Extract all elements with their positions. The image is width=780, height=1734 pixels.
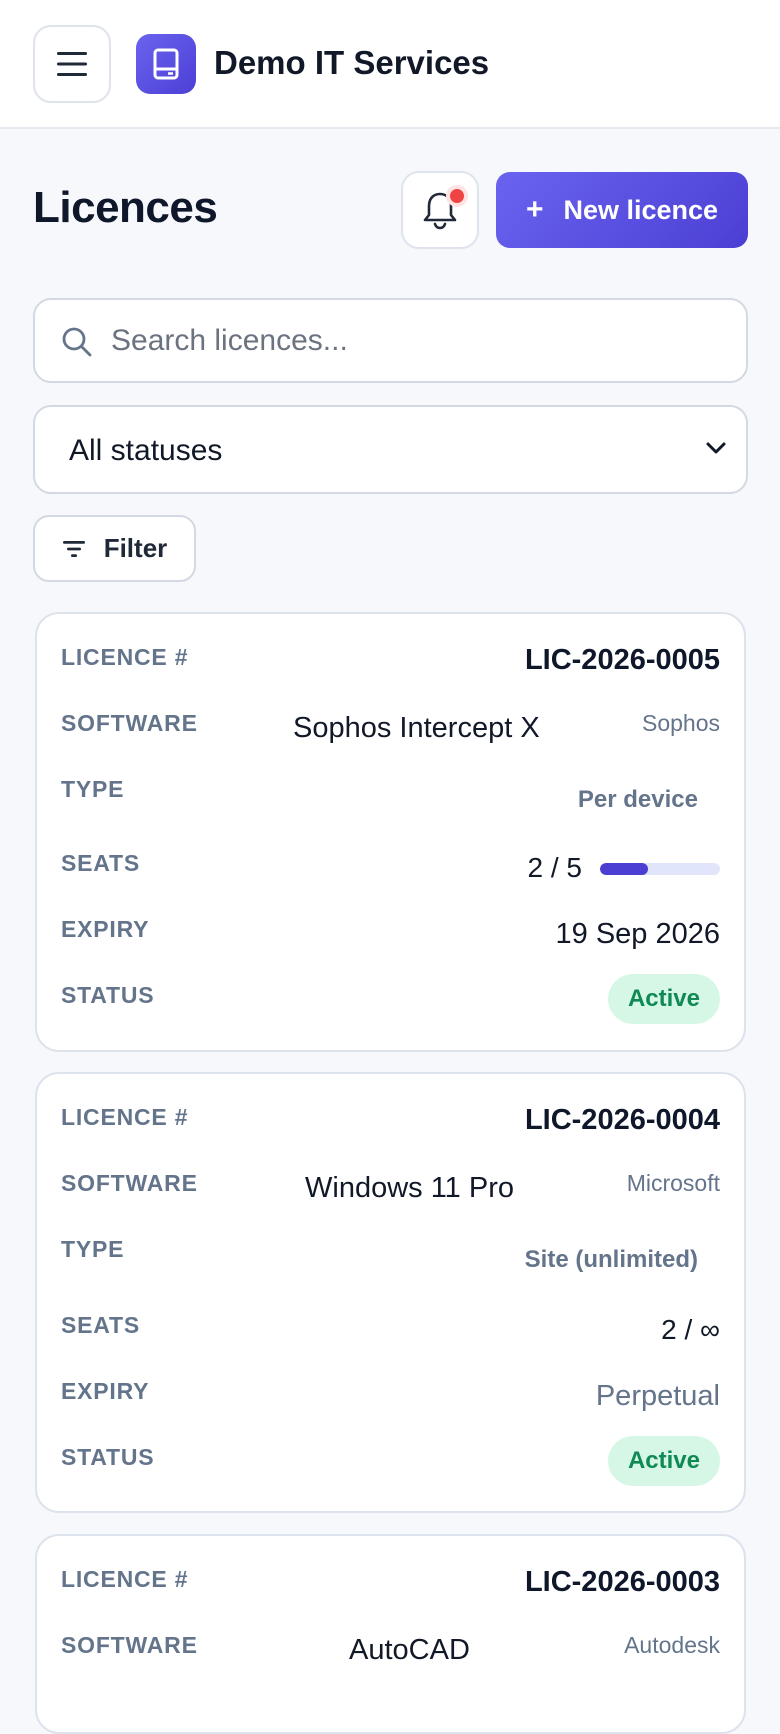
search-icon	[62, 327, 92, 357]
search-input[interactable]	[111, 316, 721, 366]
plus-icon: +	[525, 193, 544, 226]
software-label: SOFTWARE	[61, 710, 198, 736]
licence-card[interactable]: LICENCE # LIC-2026-0004 SOFTWARE Windows…	[35, 1072, 746, 1513]
status-row: STATUS Active	[37, 974, 744, 1024]
software-row: SOFTWARE Sophos Intercept X Sophos	[37, 710, 744, 750]
seats-row: SEATS 2 / ∞	[37, 1312, 744, 1352]
licence-card[interactable]: LICENCE # LIC-2026-0005 SOFTWARE Sophos …	[35, 612, 746, 1052]
seats-progress-bar	[600, 863, 720, 875]
licence-number: LIC-2026-0005	[524, 644, 720, 676]
notification-dot	[446, 185, 468, 207]
licence-number: LIC-2026-0003	[524, 1566, 720, 1598]
seats-row: SEATS 2 / 5	[37, 850, 744, 890]
licence-type: Site (unlimited)	[524, 1246, 698, 1273]
status-badge: Active	[607, 1436, 720, 1486]
licence-number-label: LICENCE #	[61, 1104, 189, 1130]
licence-number: LIC-2026-0004	[524, 1104, 720, 1136]
expiry-row: EXPIRY 19 Sep 2026	[37, 916, 744, 956]
software-name: Sophos Intercept X	[293, 712, 540, 744]
page-title: Licences	[33, 183, 218, 232]
computer-icon	[153, 48, 179, 80]
licence-number-row: LICENCE # LIC-2026-0003	[37, 1566, 744, 1606]
status-filter-select[interactable]: All statuses	[33, 405, 748, 494]
brand-name: Demo IT Services	[214, 44, 490, 81]
chevron-down-icon	[706, 442, 726, 454]
status-label: STATUS	[61, 982, 155, 1008]
licence-number-label: LICENCE #	[61, 644, 189, 670]
seats-count: 2 / 5	[527, 852, 582, 883]
seats-progress-fill	[600, 863, 648, 875]
expiry-date: Perpetual	[595, 1380, 720, 1412]
licence-card[interactable]: LICENCE # LIC-2026-0003 SOFTWARE AutoCAD…	[35, 1534, 746, 1734]
type-label: TYPE	[61, 1236, 125, 1262]
filter-label: Filter	[103, 533, 168, 563]
status-row: STATUS Active	[37, 1436, 744, 1486]
type-row: TYPE Per device	[37, 776, 744, 816]
expiry-date: 19 Sep 2026	[555, 918, 720, 950]
expiry-label: EXPIRY	[61, 1378, 150, 1404]
software-row: SOFTWARE AutoCAD Autodesk	[37, 1632, 744, 1672]
software-label: SOFTWARE	[61, 1632, 198, 1658]
seats-count: 2 / ∞	[661, 1314, 720, 1345]
software-row: SOFTWARE Windows 11 Pro Microsoft	[37, 1170, 744, 1210]
filter-icon	[62, 540, 85, 557]
seats-label: SEATS	[61, 850, 140, 876]
type-row: TYPE Site (unlimited)	[37, 1236, 744, 1276]
expiry-label: EXPIRY	[61, 916, 150, 942]
vendor-name: Microsoft	[626, 1170, 720, 1196]
type-label: TYPE	[61, 776, 125, 802]
search-box	[33, 298, 748, 383]
status-label: STATUS	[61, 1444, 155, 1470]
software-name: AutoCAD	[349, 1634, 470, 1666]
filter-button[interactable]: Filter	[33, 515, 196, 582]
status-badge: Active	[607, 974, 720, 1024]
licence-number-label: LICENCE #	[61, 1566, 189, 1592]
vendor-name: Autodesk	[624, 1632, 720, 1658]
status-filter-value: All statuses	[69, 434, 223, 467]
new-licence-button[interactable]: + New licence	[496, 172, 748, 248]
new-licence-label: New licence	[563, 194, 719, 225]
vendor-name: Sophos	[641, 710, 720, 736]
top-bar: Demo IT Services	[0, 0, 780, 129]
brand-logo	[136, 34, 196, 94]
notifications-button[interactable]	[401, 171, 479, 249]
expiry-row: EXPIRY Perpetual	[37, 1378, 744, 1418]
hamburger-menu-icon	[57, 52, 87, 76]
menu-button[interactable]	[33, 25, 111, 103]
software-name: Windows 11 Pro	[305, 1172, 514, 1204]
licence-number-row: LICENCE # LIC-2026-0004	[37, 1104, 744, 1144]
software-label: SOFTWARE	[61, 1170, 198, 1196]
licence-number-row: LICENCE # LIC-2026-0005	[37, 644, 744, 684]
seats-label: SEATS	[61, 1312, 140, 1338]
licence-type: Per device	[577, 786, 698, 813]
